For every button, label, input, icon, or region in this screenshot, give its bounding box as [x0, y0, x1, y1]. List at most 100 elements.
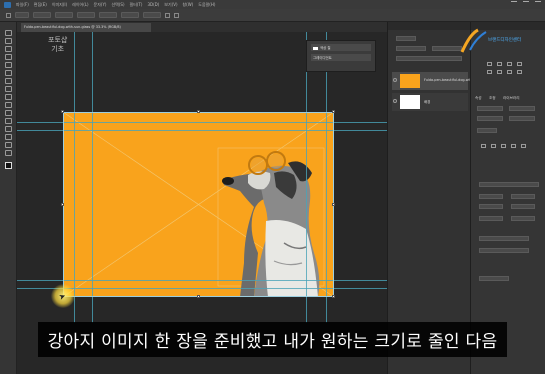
blend-mode-select[interactable]: [396, 46, 426, 51]
menu-view[interactable]: 보기(V): [164, 2, 177, 8]
stamp-tool[interactable]: [5, 94, 12, 100]
transform-handle[interactable]: [197, 295, 200, 298]
maximize-icon[interactable]: [523, 1, 529, 7]
menu-help[interactable]: 도움말(H): [198, 2, 215, 8]
width-field[interactable]: [477, 106, 503, 111]
crop-tool[interactable]: [5, 62, 12, 68]
menu-filter[interactable]: 필터(T): [130, 2, 143, 8]
subtitle-text: 강아지 이미지 한 장을 준비했고 내가 원하는 크기로 줄인 다음: [37, 322, 508, 357]
transform-handle[interactable]: [61, 110, 64, 113]
lock-row[interactable]: [396, 56, 462, 61]
distribute-icon[interactable]: [487, 70, 492, 74]
close-icon[interactable]: [535, 1, 541, 7]
height-field[interactable]: [509, 106, 535, 111]
menu-bar: 파일(F) 편집(E) 이미지(I) 레이어(L) 문자(Y) 선택(S) 필터…: [0, 0, 545, 9]
eraser-tool[interactable]: [5, 110, 12, 116]
menu-edit[interactable]: 편집(E): [34, 2, 47, 8]
spacing-field[interactable]: [511, 216, 535, 221]
move-tool[interactable]: [5, 30, 12, 36]
menu-image[interactable]: 이미지(I): [52, 2, 67, 8]
quick-actions[interactable]: [479, 248, 529, 253]
option-field[interactable]: [55, 12, 73, 18]
option-field[interactable]: [143, 12, 161, 18]
distribute-icon[interactable]: [507, 70, 512, 74]
layer-item[interactable]: 배경: [392, 93, 468, 111]
align-icon[interactable]: [487, 62, 492, 66]
transform-handle[interactable]: [332, 295, 335, 298]
window-controls: [511, 1, 541, 7]
menu-file[interactable]: 파일(F): [16, 2, 29, 8]
layer-thumbnail: [400, 95, 420, 109]
type-tool[interactable]: [5, 134, 12, 140]
y-field[interactable]: [509, 116, 535, 121]
align-icon[interactable]: [507, 62, 512, 66]
eye-icon[interactable]: [393, 78, 397, 82]
subtitle-bar: 강아지 이미지 한 장을 준비했고 내가 원하는 크기로 줄인 다음: [0, 322, 545, 357]
flip-icon[interactable]: [501, 144, 506, 148]
cancel-icon[interactable]: [165, 12, 170, 18]
eyedropper-tool[interactable]: [5, 70, 12, 76]
align-section[interactable]: [479, 182, 539, 187]
flip-icon[interactable]: [491, 144, 496, 148]
transform-handle[interactable]: [197, 110, 200, 113]
flip-icon[interactable]: [521, 144, 526, 148]
menu-3d[interactable]: 3D(D): [147, 2, 159, 7]
brand-name: 브랜드디자인센터: [488, 38, 522, 43]
lasso-tool[interactable]: [5, 46, 12, 52]
transform-handle[interactable]: [61, 203, 64, 206]
menu-layer[interactable]: 레이어(L): [72, 2, 88, 8]
move-tool-icon[interactable]: [6, 12, 11, 18]
spacing-field[interactable]: [511, 194, 535, 199]
popup-row[interactable]: 그레이디언트: [311, 54, 371, 61]
menu-select[interactable]: 선택(S): [111, 2, 124, 8]
layer-filter[interactable]: [396, 36, 416, 41]
angle-field[interactable]: [477, 128, 497, 133]
watermark-line2: 기초: [51, 45, 65, 53]
ps-logo-icon: [4, 1, 11, 8]
tab-adjustments[interactable]: 조정: [489, 96, 496, 101]
zoom-tool[interactable]: [5, 150, 12, 156]
document-tabs: Fulda-pen-beautiful-dog-with-sun-glass @…: [17, 22, 387, 32]
option-field[interactable]: [15, 12, 29, 18]
panel-button[interactable]: [479, 276, 509, 281]
option-field[interactable]: [99, 12, 117, 18]
flip-icon[interactable]: [511, 144, 516, 148]
tab-document[interactable]: Fulda-pen-beautiful-dog-with-sun-glass @…: [21, 23, 151, 32]
tools-panel: [0, 22, 17, 374]
tab-libraries[interactable]: 라이브러리: [503, 96, 520, 101]
distribute-icon[interactable]: [517, 70, 522, 74]
quick-actions[interactable]: [479, 236, 529, 241]
transform-handle[interactable]: [332, 110, 335, 113]
spacing-field[interactable]: [511, 204, 535, 209]
option-field[interactable]: [33, 12, 51, 18]
flip-icon[interactable]: [481, 144, 486, 148]
menu-type[interactable]: 문자(Y): [94, 2, 107, 8]
popup-row[interactable]: 색상 칠: [311, 44, 371, 51]
spacing-field[interactable]: [479, 204, 503, 209]
align-icon[interactable]: [497, 62, 502, 66]
healing-tool[interactable]: [5, 78, 12, 84]
spacing-field[interactable]: [479, 194, 503, 199]
foreground-color-swatch[interactable]: [5, 162, 12, 169]
gradient-tool[interactable]: [5, 118, 12, 124]
transform-handle[interactable]: [332, 203, 335, 206]
distribute-icon[interactable]: [497, 70, 502, 74]
history-brush-tool[interactable]: [5, 102, 12, 108]
layer-item[interactable]: Fulda-pen-beautiful-dog-with...: [392, 72, 476, 90]
pen-tool[interactable]: [5, 126, 12, 132]
option-field[interactable]: [77, 12, 95, 18]
align-icon[interactable]: [517, 62, 522, 66]
option-field[interactable]: [121, 12, 139, 18]
menu-window[interactable]: 창(W): [183, 2, 194, 8]
tab-properties[interactable]: 속성: [475, 96, 482, 101]
transform-bounding-box[interactable]: [63, 112, 334, 297]
commit-icon[interactable]: [174, 12, 179, 18]
spacing-field[interactable]: [479, 216, 503, 221]
quick-select-tool[interactable]: [5, 54, 12, 60]
brush-tool[interactable]: [5, 86, 12, 92]
hand-tool[interactable]: [5, 142, 12, 148]
eye-icon[interactable]: [393, 99, 397, 103]
minimize-icon[interactable]: [511, 1, 517, 7]
marquee-tool[interactable]: [5, 38, 12, 44]
x-field[interactable]: [477, 116, 503, 121]
